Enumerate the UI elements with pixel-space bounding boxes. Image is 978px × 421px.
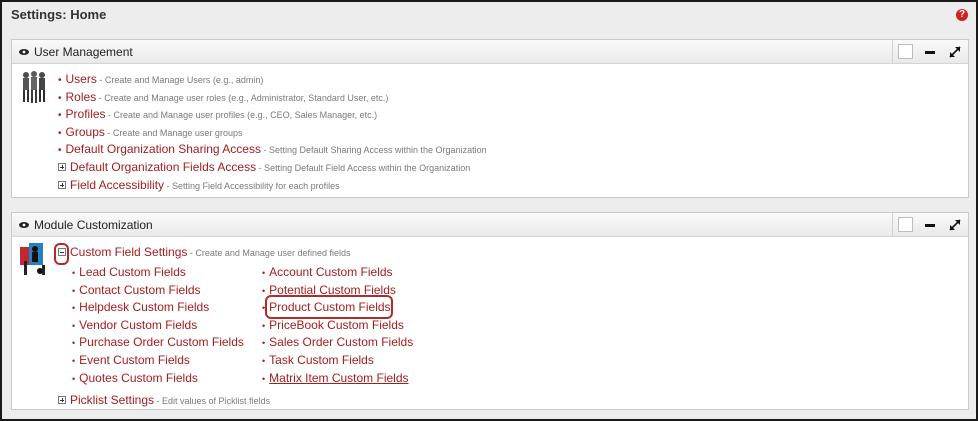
- expand-icon[interactable]: [58, 181, 66, 189]
- settings-window: Settings: Home ? User Management • Users…: [0, 0, 978, 421]
- expand-arrows-icon[interactable]: [948, 45, 962, 59]
- picklist-settings-link[interactable]: Picklist Settings: [70, 393, 154, 407]
- fields-access-item: Default Organization Fields Access - Set…: [58, 160, 470, 174]
- bullet-icon: •: [58, 93, 62, 104]
- helpdesk-custom-fields-link[interactable]: Helpdesk Custom Fields: [79, 300, 209, 314]
- expand-icon[interactable]: [58, 396, 66, 404]
- task-custom-fields-link[interactable]: Task Custom Fields: [269, 353, 374, 367]
- purchase-order-custom-fields-link[interactable]: Purchase Order Custom Fields: [79, 335, 244, 349]
- bullet-icon: •: [262, 268, 266, 278]
- task-custom-fields-item: • Task Custom Fields: [262, 353, 374, 367]
- matrix-item-custom-fields-item: • Matrix Item Custom Fields: [262, 371, 409, 385]
- custom-field-settings-desc: - Create and Manage user defined fields: [187, 248, 351, 258]
- panel-title: User Management: [34, 45, 133, 59]
- groups-desc: - Create and Manage user groups: [104, 128, 243, 138]
- sharing-access-link[interactable]: Default Organization Sharing Access: [66, 142, 261, 156]
- module-customization-header: Module Customization: [12, 213, 968, 237]
- lead-custom-fields-link[interactable]: Lead Custom Fields: [79, 265, 186, 279]
- sharing-access-item: • Default Organization Sharing Access - S…: [58, 142, 487, 156]
- user-management-panel: User Management • Users - Create and Mana…: [11, 39, 969, 198]
- expand-icon[interactable]: [58, 163, 66, 171]
- purchase-order-custom-fields-item: • Purchase Order Custom Fields: [72, 335, 244, 349]
- bullet-icon: •: [72, 356, 76, 366]
- bullet-icon: •: [58, 75, 62, 86]
- bullet-icon: •: [58, 110, 62, 121]
- roles-link[interactable]: Roles: [66, 90, 97, 104]
- custom-field-settings-link[interactable]: Custom Field Settings: [70, 245, 187, 259]
- users-link[interactable]: Users: [66, 72, 97, 86]
- fields-access-link[interactable]: Default Organization Fields Access: [70, 160, 256, 174]
- restore-icon[interactable]: [898, 44, 913, 59]
- bullet-icon: •: [58, 145, 62, 156]
- contact-custom-fields-item: • Contact Custom Fields: [72, 283, 201, 297]
- sharing-access-desc: - Setting Default Sharing Access within …: [260, 145, 487, 155]
- account-custom-fields-item: • Account Custom Fields: [262, 265, 393, 279]
- contact-custom-fields-link[interactable]: Contact Custom Fields: [79, 283, 200, 297]
- restore-icon[interactable]: [898, 217, 913, 232]
- users-item: • Users - Create and Manage Users (e.g., …: [58, 72, 263, 86]
- profiles-link[interactable]: Profiles: [66, 107, 106, 121]
- account-custom-fields-link[interactable]: Account Custom Fields: [269, 265, 392, 279]
- collapse-icon-highlight: [54, 243, 69, 265]
- bullet-icon: •: [262, 374, 266, 384]
- bullet-icon: •: [72, 321, 76, 331]
- lead-custom-fields-item: • Lead Custom Fields: [72, 265, 186, 279]
- roles-desc: - Create and Manage user roles (e.g., Ad…: [96, 93, 389, 103]
- groups-item: • Groups - Create and Manage user groups: [58, 125, 242, 139]
- matrix-item-custom-fields-link[interactable]: Matrix Item Custom Fields: [269, 371, 408, 385]
- sales-order-custom-fields-link[interactable]: Sales Order Custom Fields: [269, 335, 413, 349]
- event-custom-fields-link[interactable]: Event Custom Fields: [79, 353, 190, 367]
- groups-link[interactable]: Groups: [66, 125, 105, 139]
- users-group-icon: [23, 71, 45, 103]
- roles-item: • Roles - Create and Manage user roles (e…: [58, 90, 388, 104]
- profiles-desc: - Create and Manage user profiles (e.g.,…: [105, 110, 378, 120]
- users-desc: - Create and Manage Users (e.g., admin): [96, 75, 264, 85]
- field-accessibility-desc: - Setting Field Accessibility for each p…: [164, 181, 340, 191]
- bullet-icon: •: [72, 303, 76, 313]
- panel-title: Module Customization: [34, 218, 153, 232]
- page-header: Settings: Home ?: [4, 4, 976, 28]
- custom-field-settings-item: Custom Field Settings - Create and Manag…: [58, 245, 351, 259]
- field-accessibility-item: Field Accessibility - Setting Field Acce…: [58, 178, 340, 192]
- fields-access-desc: - Setting Default Field Access within th…: [256, 163, 471, 173]
- picklist-settings-desc: - Edit values of Picklist fields: [154, 396, 271, 406]
- customization-icon: [20, 243, 45, 275]
- bullet-icon: •: [262, 321, 266, 331]
- sales-order-custom-fields-item: • Sales Order Custom Fields: [262, 335, 413, 349]
- bullet-icon: •: [72, 268, 76, 278]
- pricebook-custom-fields-link[interactable]: PriceBook Custom Fields: [269, 318, 404, 332]
- profiles-item: • Profiles - Create and Manage user profi…: [58, 107, 377, 121]
- vendor-custom-fields-item: • Vendor Custom Fields: [72, 318, 197, 332]
- vendor-custom-fields-link[interactable]: Vendor Custom Fields: [79, 318, 197, 332]
- bullet-icon: •: [72, 374, 76, 384]
- bullet-icon: •: [72, 286, 76, 296]
- bullet-icon: •: [58, 128, 62, 139]
- helpdesk-custom-fields-item: • Helpdesk Custom Fields: [72, 300, 209, 314]
- header-divider: [892, 213, 893, 237]
- eye-icon[interactable]: [19, 49, 29, 55]
- eye-icon[interactable]: [19, 222, 29, 228]
- quotes-custom-fields-link[interactable]: Quotes Custom Fields: [79, 371, 198, 385]
- pricebook-custom-fields-item: • PriceBook Custom Fields: [262, 318, 404, 332]
- bullet-icon: •: [262, 286, 266, 296]
- bullet-icon: •: [262, 338, 266, 348]
- minimize-icon[interactable]: [925, 224, 935, 227]
- page-title: Settings: Home: [11, 7, 107, 22]
- help-icon[interactable]: ?: [956, 9, 968, 21]
- bullet-icon: •: [72, 338, 76, 348]
- minimize-icon[interactable]: [925, 51, 935, 54]
- picklist-settings-item: Picklist Settings - Edit values of Pickl…: [58, 393, 270, 407]
- field-accessibility-link[interactable]: Field Accessibility: [70, 178, 164, 192]
- user-management-header: User Management: [12, 40, 968, 64]
- quotes-custom-fields-item: • Quotes Custom Fields: [72, 371, 198, 385]
- header-divider: [892, 40, 893, 64]
- product-custom-fields-highlight: [265, 295, 393, 319]
- event-custom-fields-item: • Event Custom Fields: [72, 353, 190, 367]
- bullet-icon: •: [262, 356, 266, 366]
- module-customization-panel: Module Customization Custom Field Settin…: [11, 212, 969, 410]
- expand-arrows-icon[interactable]: [948, 218, 962, 232]
